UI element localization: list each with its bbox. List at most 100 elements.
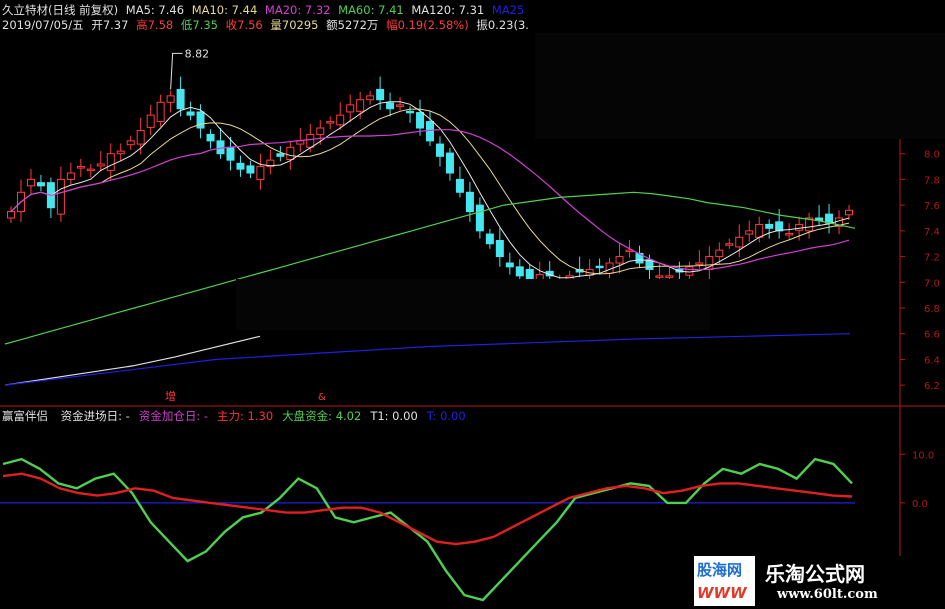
candle-body (685, 266, 694, 276)
candle-body (465, 191, 474, 213)
ma60-label: MA60: 7.41 (338, 3, 404, 17)
candle-body (246, 165, 255, 174)
candle-body (366, 95, 375, 101)
indicator-legend: 资金进场日: - 资金加仓日: - 主力: 1.30 大盘资金: 4.02 T1: 0.… (61, 409, 475, 423)
candle-body (146, 114, 155, 128)
candle-body (765, 223, 774, 229)
indicator-tick-label: 0.0 (912, 499, 928, 510)
price-tick-label: 7.6 (924, 201, 940, 212)
site-logo: 股海网 WWW (694, 556, 756, 606)
candle-body (505, 262, 514, 268)
open-label: 开7.37 (91, 18, 129, 32)
candle-body (695, 262, 704, 265)
candle-body (455, 178, 464, 193)
candle-body (7, 211, 15, 219)
candle-body (206, 133, 215, 142)
candle-body (66, 172, 75, 180)
ma10-label: MA10: 7.44 (191, 3, 258, 17)
candle-body (136, 130, 145, 145)
candle-body (156, 101, 165, 123)
candle-body (86, 168, 95, 172)
candle-body (445, 152, 454, 174)
candle-body (495, 240, 504, 258)
amount-label: 额5272万 (326, 18, 379, 32)
candle-body (286, 146, 295, 161)
candle-body (166, 95, 175, 103)
main-force-line (2, 472, 853, 546)
candle-body (515, 266, 524, 277)
candle-body (186, 111, 195, 116)
candle-body (755, 223, 764, 238)
indicator-legend-item: T1: 0.00 (370, 409, 418, 423)
marker-zeng: 增 (165, 389, 176, 403)
candle-body (36, 182, 45, 187)
high-annotation-label: 8.82 (185, 47, 210, 60)
price-tick-label: 6.2 (924, 381, 940, 392)
logo-text-top: 股海网 (697, 561, 743, 579)
candle-body (96, 163, 105, 167)
ma120-label: MA120: 7.31 (411, 3, 485, 17)
candle-body (735, 236, 744, 248)
candle-body (346, 104, 355, 113)
candle-body (725, 243, 734, 246)
date-label: 2019/07/05/五 (2, 18, 84, 32)
price-tick-label: 7.0 (924, 278, 940, 289)
price-tick-label: 7.4 (924, 227, 940, 238)
indicator-legend-item: 大盘资金: 4.02 (282, 409, 362, 423)
candle-body (56, 178, 65, 215)
low-label: 低7.35 (180, 18, 218, 32)
candle-body (336, 114, 345, 126)
candle-body (655, 275, 664, 278)
candle-body (795, 223, 804, 231)
candle-body (435, 143, 444, 157)
price-tick-label: 6.6 (924, 330, 940, 341)
indicator-title[interactable]: 赢富伴侣 (2, 409, 48, 423)
ma250-line (4, 333, 851, 386)
price-tick-label: 6.4 (924, 355, 940, 366)
candle-body (356, 99, 365, 112)
candle-body (665, 275, 674, 278)
candle-body (176, 88, 185, 110)
ma5-label: MA5: 7.46 (125, 3, 185, 17)
stock-title[interactable]: 久立特材(日线 前复权) (2, 3, 118, 17)
marker-amp: & (318, 392, 326, 403)
candle-body (785, 232, 794, 236)
change-label: 幅0.19(2.58%) (386, 18, 469, 32)
candle-body (416, 112, 425, 129)
watermark-site-name: 乐淘公式网 (765, 562, 865, 586)
candle-body (595, 265, 604, 269)
indicator-header: 赢富伴侣 资金进场日: - 资金加仓日: - 主力: 1.30 大盘资金: 4.02 T… (2, 408, 484, 424)
redacted-block-middle (236, 279, 710, 330)
price-tick-label: 7.8 (924, 175, 940, 186)
quote-header-line1: 久立特材(日线 前复权) MA5: 7.46 MA10: 7.44 MA20: … (2, 2, 528, 18)
indicator-legend-item: 资金加仓日: - (138, 409, 209, 423)
indicator-tick-label: 10.0 (912, 450, 934, 461)
candle-body (256, 166, 265, 180)
candle-body (615, 256, 624, 264)
candle-body (396, 104, 405, 107)
candle-body (485, 233, 494, 245)
candle-body (26, 178, 35, 187)
close-label: 收7.56 (225, 18, 263, 32)
candle-body (226, 146, 235, 161)
candle-body (406, 110, 415, 114)
amplitude-label: 振0.23(3. (476, 18, 529, 32)
high-label: 高7.58 (136, 18, 174, 32)
candle-body (845, 209, 853, 216)
candle-body (106, 153, 115, 171)
redacted-block-top (535, 33, 945, 139)
candle-body (276, 153, 285, 157)
candle-body (116, 150, 125, 155)
candle-body (316, 127, 325, 135)
candle-body (76, 166, 85, 169)
candle-body (775, 221, 784, 232)
candle-body (745, 230, 754, 235)
watermark-banner: 乐淘公式网 www.60lt.com (755, 556, 945, 609)
indicator-legend-item: 主力: 1.30 (217, 409, 274, 423)
candle-body (236, 162, 245, 170)
candle-body (196, 111, 205, 129)
candle-body (126, 140, 135, 146)
candle-body (306, 133, 315, 148)
candle-body (386, 102, 395, 110)
ma250-label: MA25 (491, 3, 525, 17)
